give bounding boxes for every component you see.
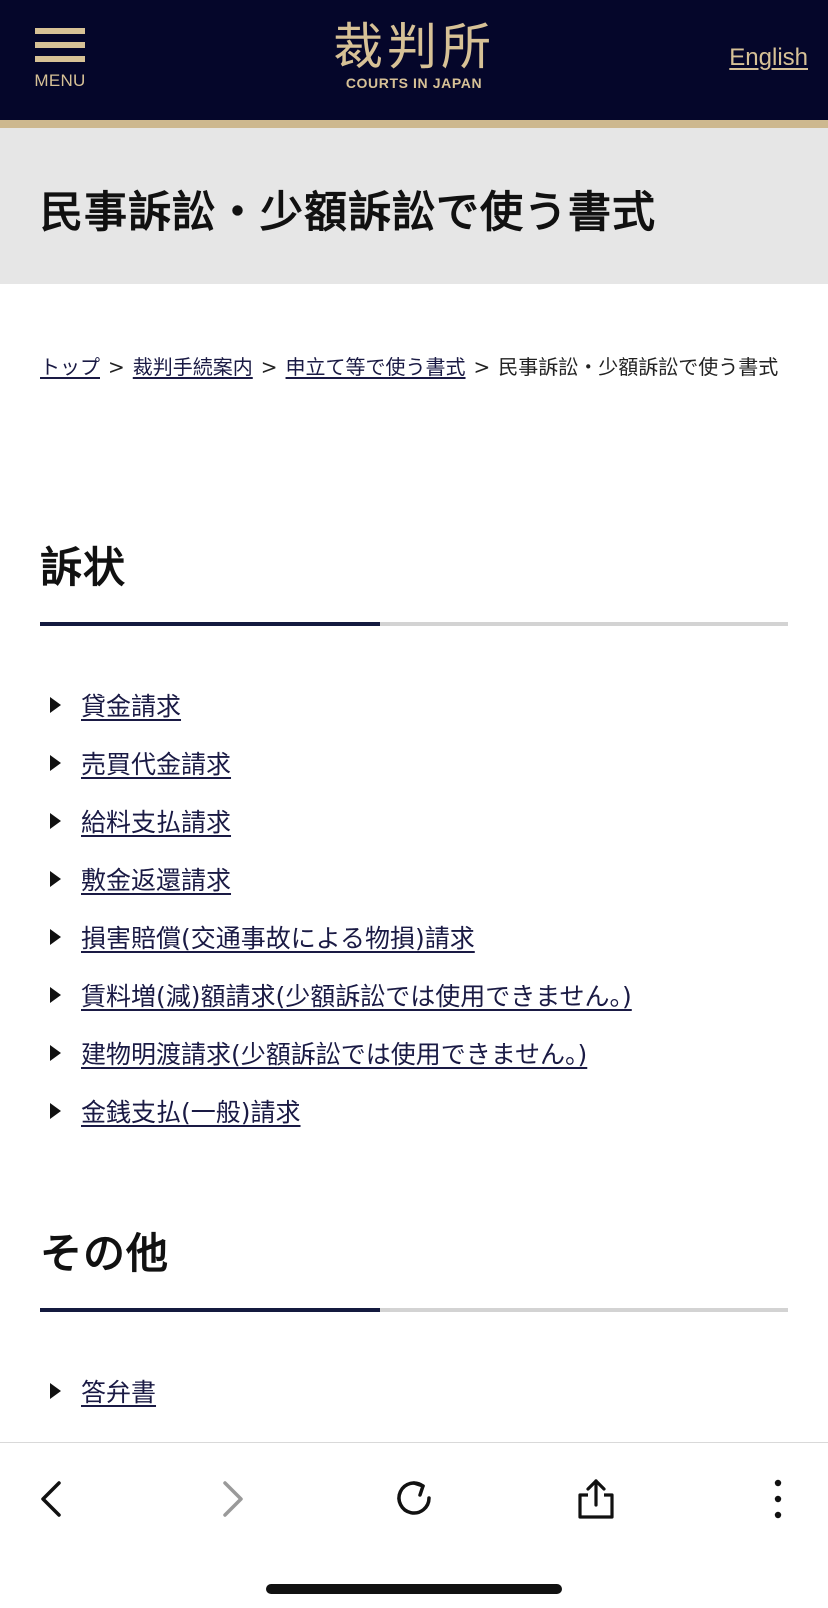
title-band: 民事訴訟・少額訴訟で使う書式 [0, 128, 828, 284]
list-item: 損害賠償(交通事故による物損)請求 [40, 908, 632, 966]
link-loan-claim[interactable]: 貸金請求 [81, 687, 181, 723]
logo-subtitle: COURTS IN JAPAN [345, 75, 483, 91]
other-link-list: 答弁書 [40, 1362, 156, 1420]
hamburger-icon [35, 28, 85, 34]
link-salary-claim[interactable]: 給料支払請求 [81, 803, 231, 839]
back-button[interactable] [22, 1469, 82, 1529]
home-indicator [266, 1584, 562, 1594]
triangle-bullet-icon [50, 1103, 61, 1119]
site-logo[interactable]: 裁判所 COURTS IN JAPAN [314, 20, 514, 100]
breadcrumb-current: 民事訴訟・少額訴訟で使う書式 [498, 355, 779, 379]
forward-button[interactable] [202, 1469, 262, 1529]
section-heading-complaint: 訴状 [40, 543, 127, 592]
breadcrumb: トップ > 裁判手続案内 > 申立て等で使う書式 > 民事訴訟・少額訴訟で使う書式 [40, 355, 779, 379]
section-heading-other: その他 [40, 1229, 170, 1278]
link-sales-price-claim[interactable]: 売買代金請求 [81, 745, 231, 781]
triangle-bullet-icon [50, 987, 61, 1003]
triangle-bullet-icon [50, 929, 61, 945]
triangle-bullet-icon [50, 1383, 61, 1399]
reload-icon [397, 1481, 431, 1515]
link-money-payment-claim[interactable]: 金銭支払(一般)請求 [81, 1093, 301, 1129]
header-stripe [0, 120, 828, 128]
forward-icon [223, 1481, 243, 1517]
section-rule [40, 1308, 788, 1312]
english-link[interactable]: English [729, 44, 808, 72]
triangle-bullet-icon [50, 755, 61, 771]
complaint-link-list: 貸金請求 売買代金請求 給料支払請求 敷金返還請求 損害賠償(交通事故による物損… [40, 676, 632, 1140]
logo-kanji: 裁判所 [333, 18, 495, 76]
link-rent-change-claim[interactable]: 賃料増(減)額請求(少額訴訟では使用できません。) [81, 977, 632, 1013]
browser-toolbar [0, 1442, 828, 1608]
site-header: MENU 裁判所 COURTS IN JAPAN English [0, 0, 828, 120]
share-button[interactable] [566, 1469, 626, 1529]
list-item: 給料支払請求 [40, 792, 632, 850]
menu-label: MENU [34, 71, 86, 90]
reload-button[interactable] [384, 1469, 444, 1529]
list-item: 敷金返還請求 [40, 850, 632, 908]
section-rule [40, 622, 788, 626]
list-item: 賃料増(減)額請求(少額訴訟では使用できません。) [40, 966, 632, 1024]
list-item: 建物明渡請求(少額訴訟では使用できません。) [40, 1024, 632, 1082]
triangle-bullet-icon [50, 697, 61, 713]
more-button[interactable] [748, 1469, 808, 1529]
breadcrumb-top[interactable]: トップ [40, 355, 100, 379]
triangle-bullet-icon [50, 813, 61, 829]
page-title: 民事訴訟・少額訴訟で使う書式 [40, 188, 656, 238]
link-eviction-claim[interactable]: 建物明渡請求(少額訴訟では使用できません。) [81, 1035, 587, 1071]
link-answer-document[interactable]: 答弁書 [81, 1373, 156, 1409]
link-deposit-return-claim[interactable]: 敷金返還請求 [81, 861, 231, 897]
breadcrumb-procedures[interactable]: 裁判手続案内 [133, 355, 253, 379]
menu-button[interactable]: MENU [34, 28, 86, 92]
triangle-bullet-icon [50, 1045, 61, 1061]
list-item: 答弁書 [40, 1362, 156, 1420]
more-icon [774, 1479, 782, 1519]
back-icon [41, 1481, 61, 1517]
breadcrumb-forms[interactable]: 申立て等で使う書式 [286, 355, 466, 379]
triangle-bullet-icon [50, 871, 61, 887]
share-icon [578, 1479, 614, 1519]
link-traffic-damage-claim[interactable]: 損害賠償(交通事故による物損)請求 [81, 919, 475, 955]
list-item: 貸金請求 [40, 676, 632, 734]
list-item: 金銭支払(一般)請求 [40, 1082, 632, 1140]
list-item: 売買代金請求 [40, 734, 632, 792]
